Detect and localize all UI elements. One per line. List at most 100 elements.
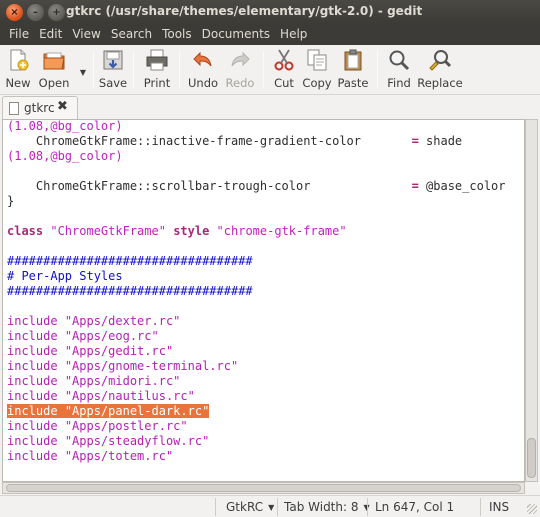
horizontal-scrollbar[interactable] xyxy=(2,482,525,494)
print-label: Print xyxy=(143,76,171,90)
code-string: "Apps/totem.rc" xyxy=(64,449,174,463)
code-line: # Per-App Styles xyxy=(7,269,506,284)
printer-icon xyxy=(145,48,169,72)
title-bar: × – + gtkrc (/usr/share/themes/elementar… xyxy=(0,0,540,24)
toolbar-separator xyxy=(377,51,378,87)
code-keyword: include xyxy=(7,329,58,343)
open-button[interactable]: Open xyxy=(38,48,70,92)
find-replace-icon xyxy=(428,48,452,72)
replace-label: Replace xyxy=(417,76,463,90)
code-line: include "Apps/midori.rc" xyxy=(7,374,506,389)
code-line-selected: include "Apps/panel-dark.rc" xyxy=(7,404,506,419)
replace-button[interactable]: Replace xyxy=(417,48,463,92)
print-button[interactable]: Print xyxy=(143,48,171,92)
code-string: "Apps/postler.rc" xyxy=(64,419,188,433)
code-keyword: include xyxy=(7,404,58,418)
code-line: include "Apps/dexter.rc" xyxy=(7,314,506,329)
code-line: ChromeGtkFrame::inactive-frame-gradient-… xyxy=(7,134,506,149)
code-line: class "ChromeGtkFrame" style "chrome-gtk… xyxy=(7,224,506,239)
code-line: include "Apps/nautilus.rc" xyxy=(7,389,506,404)
code-string: "chrome-gtk-frame" xyxy=(216,224,347,238)
toolbar: New Open ▼ Save Print Undo Redo Cut Copy… xyxy=(0,45,540,95)
minimize-window-button[interactable]: – xyxy=(27,4,44,21)
close-window-button[interactable]: × xyxy=(6,4,23,21)
find-button[interactable]: Find xyxy=(386,48,412,92)
scissors-icon xyxy=(272,48,296,72)
code-comment: # Per-App Styles xyxy=(7,269,123,283)
code-string: "ChromeGtkFrame" xyxy=(50,224,166,238)
undo-button[interactable]: Undo xyxy=(188,48,218,92)
code-text: shade xyxy=(418,134,463,148)
code-string: "Apps/nautilus.rc" xyxy=(64,389,195,403)
horizontal-scroll-thumb[interactable] xyxy=(6,484,521,492)
code-line: ################################## xyxy=(7,284,506,299)
code-line: include "Apps/eog.rc" xyxy=(7,329,506,344)
open-folder-icon xyxy=(42,48,66,72)
toolbar-separator xyxy=(263,51,264,87)
menu-documents[interactable]: Documents xyxy=(197,24,275,45)
chevron-down-icon: ▼ xyxy=(79,68,87,77)
tab-width-selector[interactable]: Tab Width: 8 ▼ xyxy=(284,499,370,515)
menu-edit[interactable]: Edit xyxy=(34,24,67,45)
status-separator xyxy=(367,498,368,516)
close-tab-icon[interactable]: ✖ xyxy=(57,99,68,114)
code-keyword: include xyxy=(7,434,58,448)
close-icon: × xyxy=(10,6,19,18)
document-icon xyxy=(9,102,19,115)
code-keyword: style xyxy=(173,224,210,238)
copy-label: Copy xyxy=(302,76,332,90)
chevron-down-icon: ▼ xyxy=(268,502,275,512)
clipboard-icon xyxy=(341,48,365,72)
vertical-scrollbar[interactable] xyxy=(525,119,538,482)
undo-label: Undo xyxy=(187,76,219,90)
code-operator: = xyxy=(411,179,419,193)
maximize-window-button[interactable]: + xyxy=(48,4,65,21)
status-bar: GtkRC ▼ Tab Width: 8 ▼ Ln 647, Col 1 INS xyxy=(0,495,540,517)
code-line: (1.08,@bg_color) xyxy=(7,119,506,134)
code-string: "Apps/dexter.rc" xyxy=(64,314,181,328)
code-keyword: include xyxy=(7,389,58,403)
maximize-icon: + xyxy=(52,6,61,18)
code-string: "Apps/panel-dark.rc" xyxy=(64,404,210,418)
menu-file[interactable]: File xyxy=(4,24,34,45)
menu-tools[interactable]: Tools xyxy=(157,24,197,45)
minimize-icon: – xyxy=(33,6,38,18)
toolbar-separator xyxy=(93,51,94,87)
redo-button[interactable]: Redo xyxy=(225,48,255,92)
toolbar-separator xyxy=(179,51,180,87)
code-text: ChromeGtkFrame::inactive-frame-gradient-… xyxy=(7,134,412,148)
code-keyword: include xyxy=(7,419,58,433)
code-text: @base_color xyxy=(418,179,506,193)
menu-view[interactable]: View xyxy=(67,24,105,45)
copy-button[interactable]: Copy xyxy=(302,48,332,92)
cut-button[interactable]: Cut xyxy=(272,48,296,92)
code-line: include "Apps/steadyflow.rc" xyxy=(7,434,506,449)
open-label: Open xyxy=(38,76,70,90)
language-selector[interactable]: GtkRC ▼ xyxy=(226,499,274,515)
menu-help[interactable]: Help xyxy=(275,24,312,45)
vertical-scroll-thumb[interactable] xyxy=(527,438,536,478)
code-keyword: include xyxy=(7,344,58,358)
code-string: "Apps/gnome-terminal.rc" xyxy=(64,359,239,373)
redo-label: Redo xyxy=(225,76,255,90)
menubar: File Edit View Search Tools Documents He… xyxy=(0,24,540,45)
tab-gtkrc[interactable]: gtkrc ✖ xyxy=(2,96,78,119)
resize-grip-icon[interactable] xyxy=(527,504,537,514)
menu-search[interactable]: Search xyxy=(106,24,157,45)
paste-button[interactable]: Paste xyxy=(337,48,369,92)
cursor-position: Ln 647, Col 1 xyxy=(375,500,455,514)
code-line: (1.08,@bg_color) xyxy=(7,149,506,164)
code-keyword: class xyxy=(7,224,44,238)
open-recent-dropdown[interactable]: ▼ xyxy=(78,48,88,92)
undo-icon xyxy=(191,48,215,72)
save-button[interactable]: Save xyxy=(99,48,127,92)
text-editor[interactable]: (1.08,@bg_color) ChromeGtkFrame::inactiv… xyxy=(2,119,525,482)
code-text: (1.08,@bg_color) xyxy=(7,119,123,133)
code-keyword: include xyxy=(7,374,58,388)
code-view[interactable]: (1.08,@bg_color) ChromeGtkFrame::inactiv… xyxy=(7,119,506,464)
new-button[interactable]: New xyxy=(4,48,32,92)
